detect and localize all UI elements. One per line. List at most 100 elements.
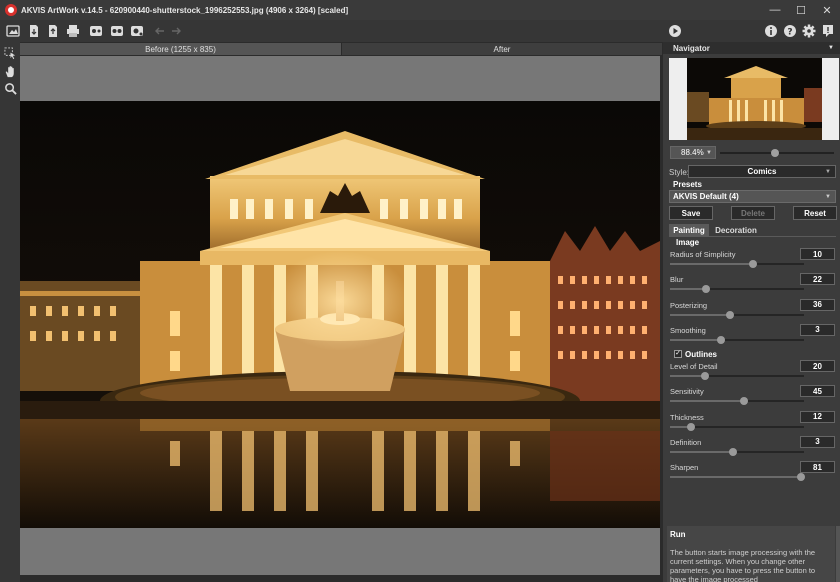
open-image-icon[interactable] — [5, 23, 21, 39]
level-of-detail-slider[interactable] — [670, 372, 804, 380]
preferences-icon[interactable] — [129, 23, 145, 39]
tab-divider — [669, 236, 836, 237]
tab-before[interactable]: Before (1255 x 835) — [20, 43, 341, 55]
sensitivity-value-field[interactable]: 45 — [800, 385, 835, 398]
slider-fill — [670, 288, 707, 291]
smoothing-slider[interactable] — [670, 335, 804, 344]
posterizing-label: Posterizing — [670, 300, 708, 310]
slider-handle[interactable] — [726, 310, 735, 319]
batch-icon[interactable] — [45, 23, 61, 39]
help-scrollbar[interactable] — [836, 526, 840, 582]
definition-value-field[interactable]: 3 — [800, 435, 835, 448]
maximize-button[interactable]: ☐ — [788, 0, 814, 20]
slider-handle[interactable] — [687, 422, 696, 431]
smoothing-label: Smoothing — [670, 325, 706, 335]
radius-of-simplicity-slider[interactable] — [670, 260, 804, 268]
slider-handle[interactable] — [716, 335, 725, 344]
sensitivity-slider[interactable] — [670, 397, 804, 406]
slider-fill — [670, 263, 754, 265]
help-text: The button starts image processing with … — [670, 548, 816, 582]
delete-preset-button[interactable]: Delete — [731, 206, 775, 220]
undo-icon[interactable] — [152, 23, 168, 39]
definition-label: Definition — [670, 437, 702, 447]
slider-fill — [670, 338, 721, 341]
slider-fill — [670, 476, 802, 479]
style-value: Comics — [747, 167, 777, 176]
main-toolbar: ? — [0, 20, 840, 42]
redo-icon[interactable] — [168, 23, 184, 39]
zoom-dropdown-icon[interactable]: ▼ — [706, 150, 712, 156]
style-select[interactable]: Comics ▼ — [688, 165, 836, 178]
svg-text:?: ? — [787, 28, 792, 38]
notification-icon[interactable] — [820, 23, 836, 39]
preset-select[interactable]: AKVIS Default (4) ▼ — [669, 190, 836, 203]
image-section-label: Image — [676, 238, 700, 247]
tab-decoration[interactable]: Decoration — [711, 224, 761, 236]
save-image-icon[interactable] — [26, 23, 42, 39]
slider-handle[interactable] — [797, 473, 806, 482]
posterizing-value-field[interactable]: 36 — [800, 298, 835, 311]
outlines-checkbox[interactable]: ✓ — [674, 350, 682, 358]
thickness-value-field[interactable]: 12 — [800, 410, 835, 423]
blur-label: Blur — [670, 275, 684, 285]
slider-fill — [670, 313, 731, 316]
hand-tool-icon[interactable] — [2, 63, 18, 79]
slider-fill — [670, 400, 744, 403]
image-canvas[interactable] — [20, 56, 660, 575]
navigator-header: Navigator ▼ — [663, 42, 840, 54]
bolshoi-theatre-photo — [20, 101, 660, 528]
slider-handle[interactable] — [728, 447, 737, 456]
slider-handle[interactable] — [739, 397, 748, 406]
run-icon[interactable] — [667, 23, 683, 39]
zoom-field[interactable]: 88.4% ▼ — [670, 146, 716, 159]
outlines-section-label: Outlines — [685, 350, 718, 359]
close-button[interactable]: ✕ — [814, 0, 840, 20]
title-bar: AKVIS ArtWork v.14.5 - 620900440-shutter… — [0, 0, 840, 20]
level-of-detail-label: Level of Detail — [670, 362, 718, 371]
left-toolbar — [0, 42, 20, 582]
reset-button[interactable]: Reset — [793, 206, 837, 220]
sharpen-value-field[interactable]: 81 — [800, 461, 835, 474]
posterizing-slider[interactable] — [670, 310, 804, 319]
minimize-button[interactable]: — — [762, 0, 788, 20]
settings-effect-icon[interactable] — [109, 23, 125, 39]
zoom-tool-icon[interactable] — [2, 80, 18, 96]
smoothing-value-field[interactable]: 3 — [800, 323, 835, 336]
help-icon[interactable]: ? — [782, 23, 798, 39]
slider-handle[interactable] — [700, 372, 709, 380]
settings-panel: Navigator ▼ 88.4% ▼ Style: Comics ▼ Pres… — [663, 42, 840, 582]
presets-label: Presets — [673, 180, 702, 189]
navigator-title: Navigator — [673, 43, 710, 53]
blur-slider[interactable] — [670, 285, 804, 294]
style-label: Style: — [669, 168, 690, 177]
radius-of-simplicity-value-field[interactable]: 10 — [800, 248, 835, 260]
window-controls: — ☐ ✕ — [762, 0, 840, 20]
zoom-slider-handle[interactable] — [771, 149, 779, 157]
selection-tool-icon[interactable] — [2, 45, 18, 61]
collapse-arrow-icon[interactable]: ▼ — [828, 45, 834, 51]
slider-handle[interactable] — [749, 260, 758, 268]
sharpen-slider[interactable] — [670, 473, 806, 482]
print-icon[interactable] — [65, 23, 81, 39]
preset-value: AKVIS Default (4) — [673, 192, 739, 201]
thickness-slider[interactable] — [670, 422, 804, 431]
save-preset-button[interactable]: Save — [669, 206, 713, 220]
sharpen-label: Sharpen — [670, 463, 699, 473]
gear-icon[interactable] — [801, 23, 817, 39]
definition-slider[interactable] — [670, 447, 804, 456]
slider-handle[interactable] — [702, 285, 711, 294]
tab-after[interactable]: After — [342, 43, 662, 55]
sensitivity-label: Sensitivity — [670, 387, 704, 397]
share-icon[interactable] — [88, 23, 104, 39]
navigator-preview[interactable] — [669, 58, 839, 140]
help-title: Run — [670, 530, 686, 539]
tab-painting[interactable]: Painting — [669, 224, 709, 236]
thickness-label: Thickness — [670, 412, 704, 422]
chevron-down-icon: ▼ — [825, 193, 831, 200]
blur-value-field[interactable]: 22 — [800, 273, 835, 286]
chevron-down-icon: ▼ — [825, 168, 831, 175]
level-of-detail-value-field[interactable]: 20 — [800, 360, 835, 372]
slider-fill — [670, 450, 733, 453]
zoom-value: 88.4% — [681, 148, 704, 157]
info-icon[interactable] — [763, 23, 779, 39]
